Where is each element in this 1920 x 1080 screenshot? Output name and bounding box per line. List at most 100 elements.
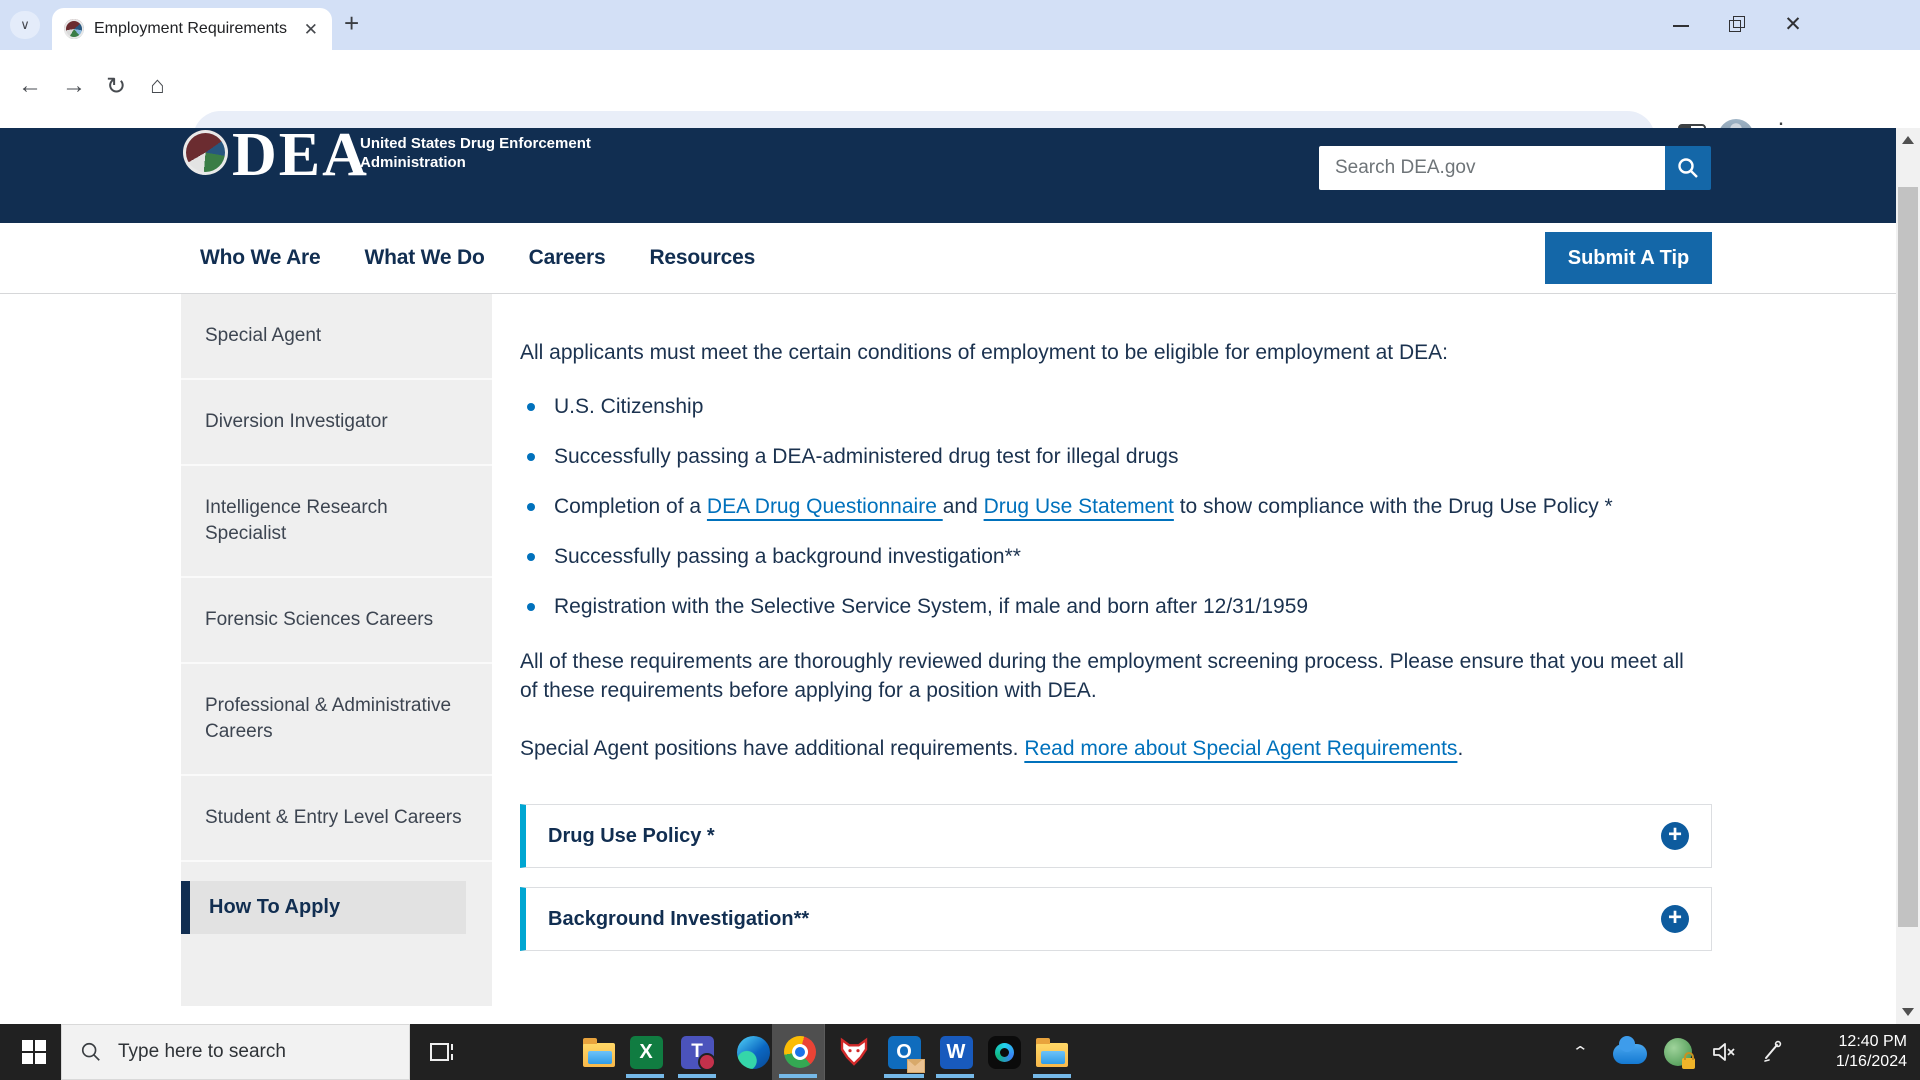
vpn-tray-button[interactable] <box>1660 1024 1696 1080</box>
sidebar-item-forensic-sciences-careers[interactable]: Forensic Sciences Careers <box>181 578 492 664</box>
pen-tray-button[interactable] <box>1752 1024 1792 1080</box>
folder-icon <box>583 1043 615 1067</box>
clock-time: 12:40 PM <box>1836 1032 1907 1052</box>
excel-icon: X <box>630 1036 663 1069</box>
page-scrollbar[interactable] <box>1896 128 1920 1024</box>
taskbar-clock[interactable]: 12:40 PM 1/16/2024 <box>1795 1024 1907 1080</box>
webex-icon <box>988 1036 1021 1069</box>
scroll-up-arrow-icon[interactable] <box>1896 128 1920 152</box>
open-app-indicator <box>1033 1074 1071 1078</box>
window-controls: ✕ <box>1672 0 1802 50</box>
task-view-button[interactable] <box>424 1024 460 1080</box>
nav-resources[interactable]: Resources <box>649 246 755 270</box>
para2-post: . <box>1457 737 1463 760</box>
taskbar-search[interactable]: Type here to search <box>61 1024 410 1080</box>
dea-drug-questionnaire-link[interactable]: DEA Drug Questionnaire <box>707 495 943 518</box>
sidebar-item-intelligence-research-specialist[interactable]: Intelligence Research Specialist <box>181 466 492 578</box>
dea-page: DEA United States Drug Enforcement Admin… <box>0 128 1896 1024</box>
search-icon <box>1676 156 1700 180</box>
accordion-background-investigation[interactable]: Background Investigation** + <box>520 887 1712 951</box>
new-tab-button[interactable]: + <box>344 8 359 39</box>
drug-use-statement-link[interactable]: Drug Use Statement <box>984 495 1174 518</box>
chrome-button[interactable] <box>782 1024 818 1080</box>
sidebar-item-student-entry-level-careers[interactable]: Student & Entry Level Careers <box>181 776 492 862</box>
open-app-indicator <box>678 1074 716 1078</box>
home-button[interactable]: ⌂ <box>150 72 165 100</box>
list-item: Registration with the Selective Service … <box>520 592 1712 621</box>
sidebar-item-how-to-apply-active[interactable]: How To Apply <box>181 881 466 934</box>
reload-button[interactable]: ↻ <box>106 72 126 101</box>
excel-button[interactable]: X <box>628 1024 664 1080</box>
dea-favicon-icon <box>64 19 84 39</box>
main-content: All applicants must meet the certain con… <box>520 294 1712 951</box>
chrome-icon <box>784 1036 816 1068</box>
sidebar-item-diversion-investigator[interactable]: Diversion Investigator <box>181 380 492 466</box>
browser-toolbar: ← → ↻ ⌂ dea.gov/how-to-apply/requirement… <box>0 50 1920 129</box>
restore-button[interactable] <box>1728 16 1746 34</box>
forward-button[interactable]: → <box>62 72 86 100</box>
edge-icon <box>737 1036 770 1069</box>
globe-lock-icon <box>1664 1038 1692 1066</box>
sidebar-item-professional-administrative-careers[interactable]: Professional & Administrative Careers <box>181 664 492 776</box>
outlook-icon: O <box>888 1036 921 1069</box>
back-button[interactable]: ← <box>18 72 42 100</box>
tray-expand-button[interactable]: ⌃ <box>1566 1024 1594 1080</box>
nav-careers[interactable]: Careers <box>529 246 606 270</box>
dea-logotype[interactable]: DEA <box>232 128 369 191</box>
volume-tray-button[interactable] <box>1704 1024 1744 1080</box>
sidebar-item-special-agent[interactable]: Special Agent <box>181 294 492 380</box>
search-icon <box>80 1041 102 1063</box>
edge-button[interactable] <box>735 1024 771 1080</box>
file-explorer-button[interactable] <box>581 1024 617 1080</box>
list-item: Successfully passing a background invest… <box>520 542 1712 571</box>
pen-icon <box>1758 1038 1786 1066</box>
expand-plus-icon[interactable]: + <box>1661 822 1689 850</box>
bullet3-pre: Completion of a <box>554 495 707 518</box>
close-window-button[interactable]: ✕ <box>1784 16 1802 34</box>
accordion-drug-use-policy[interactable]: Drug Use Policy * + <box>520 804 1712 868</box>
task-view-icon <box>427 1037 457 1067</box>
teams-button[interactable]: T <box>679 1024 715 1080</box>
onedrive-cloud-icon <box>1613 1044 1647 1064</box>
bullet3-mid: and <box>943 495 984 518</box>
minimize-button[interactable] <box>1672 16 1690 34</box>
start-button[interactable] <box>16 1024 52 1080</box>
nav-who-we-are[interactable]: Who We Are <box>200 246 321 270</box>
screen: ∨ Employment Requirements ✕ + ✕ ← → ↻ ⌂ … <box>0 0 1920 1080</box>
windows-taskbar: Type here to search X T O W <box>0 1024 1920 1080</box>
dea-main-nav: Who We Are What We Do Careers Resources … <box>0 223 1896 294</box>
taskbar-search-placeholder: Type here to search <box>118 1041 286 1063</box>
outlook-button[interactable]: O <box>886 1024 922 1080</box>
special-agent-paragraph: Special Agent positions have additional … <box>520 734 1700 763</box>
file-explorer-window-button[interactable] <box>1034 1024 1070 1080</box>
dea-tagline: United States Drug Enforcement Administr… <box>360 134 591 172</box>
browser-tab[interactable]: Employment Requirements ✕ <box>52 8 332 50</box>
site-search-input[interactable] <box>1319 146 1665 190</box>
dea-tagline-line2: Administration <box>360 153 591 172</box>
browser-tabstrip: ∨ Employment Requirements ✕ + ✕ <box>0 0 1920 50</box>
scroll-down-arrow-icon[interactable] <box>1896 1000 1920 1024</box>
webex-button[interactable] <box>986 1024 1022 1080</box>
fox-app-button[interactable] <box>836 1024 872 1080</box>
onedrive-tray-button[interactable] <box>1610 1024 1650 1080</box>
tab-close-icon[interactable]: ✕ <box>300 19 322 40</box>
scrollbar-thumb[interactable] <box>1898 187 1918 927</box>
screening-paragraph: All of these requirements are thoroughly… <box>520 647 1700 705</box>
para2-pre: Special Agent positions have additional … <box>520 737 1024 760</box>
envelope-icon <box>907 1059 925 1073</box>
lock-icon <box>1682 1058 1695 1069</box>
accordion-title: Background Investigation** <box>548 905 809 934</box>
submit-a-tip-button[interactable]: Submit A Tip <box>1545 232 1712 284</box>
requirements-list: U.S. Citizenship Successfully passing a … <box>520 392 1712 621</box>
nav-what-we-do[interactable]: What We Do <box>365 246 485 270</box>
dea-seal-logo-icon[interactable] <box>183 130 228 175</box>
list-item: U.S. Citizenship <box>520 392 1712 421</box>
expand-plus-icon[interactable]: + <box>1661 905 1689 933</box>
word-button[interactable]: W <box>938 1024 974 1080</box>
special-agent-requirements-link[interactable]: Read more about Special Agent Requiremen… <box>1024 737 1457 760</box>
windows-logo-icon <box>22 1040 46 1064</box>
tab-search-chevron-icon[interactable]: ∨ <box>10 11 40 39</box>
open-app-indicator <box>884 1074 924 1078</box>
site-search-button[interactable] <box>1665 146 1711 190</box>
chevron-up-icon: ⌃ <box>1571 1043 1589 1061</box>
